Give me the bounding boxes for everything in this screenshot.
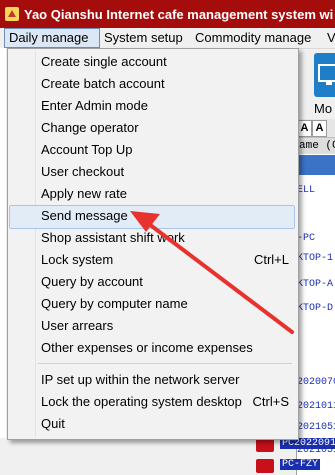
menu-commodity-manage[interactable]: Commodity manage xyxy=(195,28,311,48)
menu-item-quit[interactable]: Quit xyxy=(9,413,295,435)
monitor-icon xyxy=(318,64,335,85)
menu-item-label: Lock the operating system desktop xyxy=(41,394,242,409)
menu-item-user-arrears[interactable]: User arrears xyxy=(9,315,295,337)
menu-item-query-by-account[interactable]: Query by account xyxy=(9,271,295,293)
menu-item-label: Create single account xyxy=(41,54,167,69)
pc-item[interactable]: PC-FZY xyxy=(256,457,335,475)
menu-item-shop-assistant-shift-work[interactable]: Shop assistant shift work xyxy=(9,227,295,249)
menu-item-apply-new-rate[interactable]: Apply new rate xyxy=(9,183,295,205)
list-item[interactable]: KTOP-D xyxy=(297,303,333,314)
computer-icon xyxy=(256,459,274,473)
menu-daily-manage[interactable]: Daily manage xyxy=(4,28,100,48)
menu-item-label: Quit xyxy=(41,416,65,431)
menu-item-label: User checkout xyxy=(41,164,125,179)
menu-item-lock-system[interactable]: Lock system Ctrl+L xyxy=(9,249,295,271)
menu-item-create-batch-account[interactable]: Create batch account xyxy=(9,73,295,95)
title-bar: Yao Qianshu Internet cafe management sys… xyxy=(0,0,335,28)
menu-item-label: Query by account xyxy=(41,274,143,289)
toolbar: Mo xyxy=(296,49,335,119)
column-header-name[interactable]: ame (Cl xyxy=(297,138,335,154)
font-button[interactable]: A xyxy=(297,120,312,137)
left-pane xyxy=(0,48,6,438)
menu-item-enter-admin-mode[interactable]: Enter Admin mode xyxy=(9,95,295,117)
menu-item-other-expenses[interactable]: Other expenses or income expenses xyxy=(9,337,295,359)
menu-item-query-by-computer-name[interactable]: Query by computer name xyxy=(9,293,295,315)
status-area xyxy=(0,438,296,475)
menu-item-user-checkout[interactable]: User checkout xyxy=(9,161,295,183)
menu-item-label: Account Top Up xyxy=(41,142,133,157)
computer-icon xyxy=(256,438,274,452)
menu-item-label: IP set up within the network server xyxy=(41,372,240,387)
list-item[interactable]: ELL xyxy=(297,185,315,196)
menu-item-label: Shop assistant shift work xyxy=(41,230,185,245)
list-item[interactable]: 2020070 xyxy=(297,377,335,388)
menu-more[interactable]: V xyxy=(327,28,335,48)
list-item[interactable]: -PC xyxy=(297,233,315,244)
menu-system-setup[interactable]: System setup xyxy=(104,28,183,48)
menu-item-label: Query by computer name xyxy=(41,296,188,311)
menu-separator xyxy=(38,363,292,364)
menu-item-change-operator[interactable]: Change operator xyxy=(9,117,295,139)
list-item[interactable]: 2021011 xyxy=(297,401,335,412)
toolbar-button[interactable] xyxy=(314,53,335,97)
list-item[interactable]: 2021051 xyxy=(297,422,335,433)
font-toolbar: A A xyxy=(297,119,335,138)
menu-item-label: Other expenses or income expenses xyxy=(41,340,253,355)
menu-item-create-single-account[interactable]: Create single account xyxy=(9,51,295,73)
app-icon xyxy=(5,7,19,21)
computer-list-panel: A A ame (Cl ELL -PC KTOP-1 KTOP-A KTOP-D… xyxy=(296,119,335,475)
window-title: Yao Qianshu Internet cafe management sys… xyxy=(24,7,334,22)
list-item[interactable]: KTOP-A xyxy=(297,279,333,290)
selected-row[interactable] xyxy=(297,155,335,175)
menu-item-label: Apply new rate xyxy=(41,186,127,201)
menu-item-shortcut: Ctrl+L xyxy=(253,252,289,267)
menu-item-account-top-up[interactable]: Account Top Up xyxy=(9,139,295,161)
list-item[interactable]: KTOP-1 xyxy=(297,253,333,264)
menu-item-label: Change operator xyxy=(41,120,139,135)
menu-item-send-message[interactable]: Send message xyxy=(9,205,295,229)
menu-item-label: User arrears xyxy=(41,318,114,333)
font-button[interactable]: A xyxy=(312,120,327,137)
menu-item-label: Enter Admin mode xyxy=(41,98,148,113)
toolbar-button-label: Mo xyxy=(314,101,333,116)
menu-item-label: Lock system xyxy=(41,252,114,267)
menu-item-label: Send message xyxy=(41,208,128,223)
menu-item-label: Create batch account xyxy=(41,76,165,91)
menu-item-ip-setup[interactable]: IP set up within the network server xyxy=(9,369,295,391)
daily-manage-dropdown: Create single account Create batch accou… xyxy=(7,48,299,440)
menu-bar: Daily manage System setup Commodity mana… xyxy=(0,28,335,49)
menu-item-shortcut: Ctrl+S xyxy=(252,394,289,409)
pc-name: PC-FZY xyxy=(280,459,321,470)
menu-item-lock-os-desktop[interactable]: Lock the operating system desktop Ctrl+S xyxy=(9,391,295,413)
